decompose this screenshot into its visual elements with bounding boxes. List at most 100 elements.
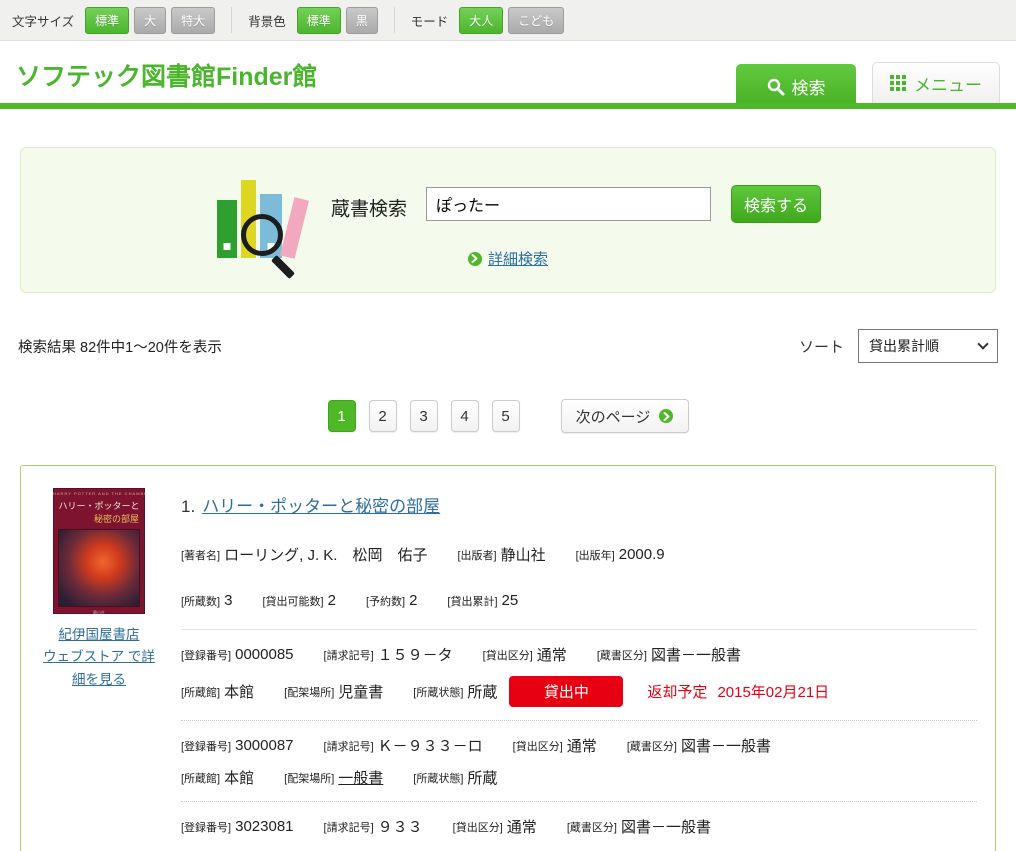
page-button-1[interactable]: 1: [328, 400, 356, 432]
page-button-4[interactable]: 4: [451, 400, 479, 432]
reservations-label: [予約数]: [366, 593, 405, 609]
shelf-value: 児童書: [338, 681, 383, 702]
accessibility-toolbar: 文字サイズ 標準 大 特大 背景色 標準 黒 モード 大人 こども: [0, 0, 1016, 41]
reg-number-label: [登録番号]: [181, 738, 231, 754]
collection-value: 図書－一般書: [621, 816, 711, 837]
available-value: 2: [328, 592, 336, 609]
book-cover-image[interactable]: HARRY POTTER AND THE CHAMBER OF SECRETS …: [53, 488, 145, 614]
result-left-column: HARRY POTTER AND THE CHAMBER OF SECRETS …: [39, 486, 159, 851]
chevron-down-icon: [977, 338, 988, 349]
store-link-line: ウェブストア で詳: [43, 649, 155, 664]
library-value: 本館: [224, 767, 254, 788]
search-input[interactable]: [426, 187, 711, 221]
sort-select[interactable]: 貸出累計順: [858, 329, 998, 363]
call-number-label: [請求記号]: [324, 819, 374, 835]
book-title-link[interactable]: ハリー・ポッターと秘密の部屋: [202, 497, 440, 516]
sort-area: ソート 貸出累計順: [799, 329, 998, 363]
page-button-3[interactable]: 3: [410, 400, 438, 432]
author-row: [著者名] ローリング, J. K. 松岡 佑子 [出版者] 静山社 [出版年]…: [181, 544, 977, 565]
font-size-label: 文字サイズ: [12, 11, 74, 30]
reg-number-label: [登録番号]: [181, 647, 231, 663]
pagination: 1 2 3 4 5 次のページ: [0, 399, 1016, 433]
search-submit-button[interactable]: 検索する: [731, 185, 821, 223]
available-label: [貸出可能数]: [262, 593, 323, 609]
tab-menu[interactable]: メニュー: [872, 62, 1000, 103]
library-value: 本館: [224, 681, 254, 702]
author-value: ローリング, J. K. 松岡 佑子: [224, 544, 427, 565]
advanced-search-link-wrap[interactable]: 詳細検索: [468, 248, 548, 269]
page-button-2[interactable]: 2: [369, 400, 397, 432]
catalog-search-label: 蔵書検索: [331, 194, 407, 221]
font-size-large-button[interactable]: 大: [134, 7, 166, 34]
loan-type-label: [貸出区分]: [513, 738, 563, 754]
status-label: [所蔵状態]: [413, 684, 463, 700]
bg-standard-button[interactable]: 標準: [297, 7, 341, 34]
advanced-search-link[interactable]: 詳細検索: [488, 248, 548, 269]
result-right-column: 1. ハリー・ポッターと秘密の部屋 [著者名] ローリング, J. K. 松岡 佑…: [181, 486, 977, 851]
cover-title-line2: 秘密の部屋: [53, 512, 145, 525]
catalog-search-panel: 蔵書検索 検索する 詳細検索: [20, 147, 996, 293]
results-bar: 検索結果 82件中1〜20件を表示 ソート 貸出累計順: [0, 329, 1016, 363]
status-label: [所蔵状態]: [413, 770, 463, 786]
menu-grid-icon: [890, 75, 907, 92]
copy-detail-row-1: [登録番号] 3000087 [請求記号] Ｋ－９３３－ロ [貸出区分] 通常 …: [181, 735, 977, 756]
loan-total-value: 25: [502, 592, 519, 609]
collection-value: 図書－一般書: [681, 735, 771, 756]
copy-detail-row-1: [登録番号] 0000085 [請求記号] １５９－タ [貸出区分] 通常 [蔵…: [181, 644, 977, 665]
reg-number-value: 3023081: [235, 818, 293, 835]
header-accent-bar: [0, 103, 1016, 109]
header-tabs: 検索 メニュー: [736, 62, 1000, 103]
arrow-circle-icon: [659, 409, 673, 423]
font-size-xlarge-button[interactable]: 特大: [171, 7, 215, 34]
pubyear-label: [出版年]: [576, 547, 615, 563]
copy-detail-row-2: [所蔵館] 本館 [配架場所] 一般書 [所蔵状態] 所蔵: [181, 767, 977, 788]
return-due-date: 2015年02月21日: [717, 684, 829, 701]
page-button-5[interactable]: 5: [492, 400, 520, 432]
library-label: [所蔵館]: [181, 770, 220, 786]
collection-label: [蔵書区分]: [567, 819, 617, 835]
search-icon: [767, 78, 785, 96]
on-loan-badge: 貸出中: [509, 676, 623, 707]
advanced-search-row: 詳細検索: [21, 248, 995, 269]
shelf-label: [配架場所]: [284, 770, 334, 786]
site-title: ソフテック図書館Finder館: [16, 57, 317, 93]
return-due-info: 返却予定2015年02月21日: [647, 681, 829, 702]
loan-type-value: 通常: [567, 735, 597, 756]
background-color-group: 背景色 標準 黒: [232, 7, 395, 33]
font-size-group: 文字サイズ 標準 大 特大: [10, 7, 232, 33]
loan-type-value: 通常: [537, 644, 567, 665]
bg-black-button[interactable]: 黒: [346, 7, 378, 34]
call-number-value: Ｋ－９３３－ロ: [378, 735, 483, 756]
call-number-label: [請求記号]: [324, 738, 374, 754]
loan-type-label: [貸出区分]: [483, 647, 533, 663]
mode-group: モード 大人 こども: [395, 7, 581, 33]
result-rank: 1.: [181, 497, 195, 516]
sort-label: ソート: [799, 336, 844, 357]
collection-value: 図書－一般書: [651, 644, 741, 665]
kinokuniya-store-link[interactable]: 紀伊国屋書店 ウェブストア で詳 細を見る: [39, 624, 159, 691]
mode-adult-button[interactable]: 大人: [459, 7, 503, 34]
next-page-label: 次のページ: [576, 406, 651, 427]
author-label: [著者名]: [181, 547, 220, 563]
copy-row: [登録番号] 3023081 [請求記号] ９３３ [貸出区分] 通常 [蔵書区…: [181, 802, 977, 851]
results-summary: 検索結果 82件中1〜20件を表示: [18, 336, 222, 357]
reg-number-value: 0000085: [235, 646, 293, 663]
cover-title-line1: ハリー・ポッターと: [53, 499, 145, 512]
result-item-panel: HARRY POTTER AND THE CHAMBER OF SECRETS …: [20, 465, 996, 851]
shelf-location-link[interactable]: 一般書: [338, 767, 383, 788]
stats-row: [所蔵数] 3 [貸出可能数] 2 [予約数] 2 [貸出累計] 25: [181, 592, 977, 630]
result-title-row: 1. ハリー・ポッターと秘密の部屋: [181, 492, 977, 517]
collection-label: [蔵書区分]: [627, 738, 677, 754]
next-page-button[interactable]: 次のページ: [561, 399, 689, 433]
status-value: 所蔵: [467, 767, 497, 788]
holdings-label: [所蔵数]: [181, 593, 220, 609]
call-number-value: １５９－タ: [378, 644, 453, 665]
holdings-value: 3: [224, 592, 232, 609]
publisher-label: [出版者]: [457, 547, 496, 563]
font-size-standard-button[interactable]: 標準: [85, 7, 129, 34]
tab-menu-label: メニュー: [914, 71, 982, 96]
mode-kids-button[interactable]: こども: [508, 7, 564, 34]
background-color-label: 背景色: [248, 11, 286, 30]
tab-search-label: 検索: [792, 74, 826, 99]
copy-row: [登録番号] 0000085 [請求記号] １５９－タ [貸出区分] 通常 [蔵…: [181, 630, 977, 721]
